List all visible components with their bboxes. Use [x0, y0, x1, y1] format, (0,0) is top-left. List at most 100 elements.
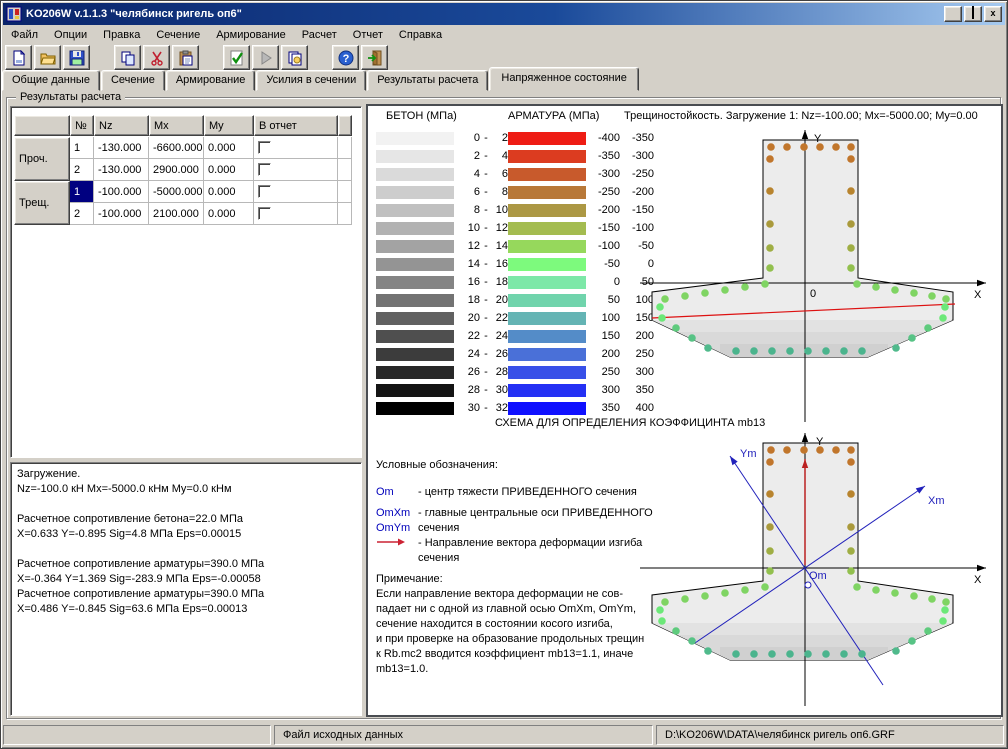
- row-group-header[interactable]: Проч.: [14, 137, 70, 181]
- cell-filler: [338, 159, 352, 181]
- close-button[interactable]: x: [984, 6, 1002, 22]
- copy-button[interactable]: [114, 45, 141, 70]
- rebar-dot: [840, 347, 848, 355]
- column-header[interactable]: My: [204, 115, 254, 136]
- cell-num[interactable]: 1: [70, 181, 94, 203]
- new-file-icon: [11, 50, 27, 66]
- minimize-button[interactable]: [944, 6, 962, 22]
- exit-door-icon: [367, 50, 383, 66]
- cell-my[interactable]: 0.000: [204, 203, 254, 225]
- menu-item-Армирование[interactable]: Армирование: [208, 26, 294, 44]
- results-text-panel[interactable]: Загружение.Nz=-100.0 кН Mx=-5000.0 кНм M…: [10, 462, 362, 716]
- column-header[interactable]: Nz: [94, 115, 149, 136]
- paste-clipboard-icon: [178, 50, 194, 66]
- results-text-line: X=-0.364 Y=1.369 Sig=-283.9 МПа Eps=-0.0…: [17, 572, 355, 587]
- tab-Общие данные[interactable]: Общие данные: [2, 70, 100, 91]
- column-header[interactable]: №: [70, 115, 94, 136]
- results-text-line: X=0.633 Y=-0.895 Sig=4.8 МПа Eps=0.00015: [17, 527, 355, 542]
- row-group-header[interactable]: Трещ.: [14, 181, 70, 225]
- menu-item-Расчет[interactable]: Расчет: [294, 26, 345, 44]
- menu-item-Правка[interactable]: Правка: [95, 26, 148, 44]
- menu-item-Файл[interactable]: Файл: [3, 26, 46, 44]
- axis-arrowhead: [916, 483, 927, 493]
- menu-item-Опции[interactable]: Опции: [46, 26, 95, 44]
- maximize-button[interactable]: [964, 6, 982, 22]
- cell-num[interactable]: 1: [70, 137, 94, 159]
- menu-item-Отчет[interactable]: Отчет: [345, 26, 391, 44]
- om-marker: [805, 582, 811, 588]
- column-header[interactable]: Mx: [149, 115, 204, 136]
- cell-mx[interactable]: 2900.000: [149, 159, 204, 181]
- rebar-dot: [853, 280, 861, 288]
- axis-arrowhead: [802, 130, 808, 139]
- cell-nz[interactable]: -130.000: [94, 159, 149, 181]
- report-checkbox[interactable]: [258, 207, 271, 220]
- rebar-dot: [872, 586, 880, 594]
- rebar-dot: [908, 334, 916, 342]
- run-play-icon: [258, 50, 274, 66]
- rebar-dot: [928, 595, 936, 603]
- report-checkbox[interactable]: [258, 185, 271, 198]
- cell-my[interactable]: 0.000: [204, 137, 254, 159]
- new-file-button[interactable]: [5, 45, 32, 70]
- rebar-dot: [872, 283, 880, 291]
- rebar-dot: [822, 347, 830, 355]
- rebar-dot: [761, 583, 769, 591]
- cell-num[interactable]: 2: [70, 159, 94, 181]
- save-icon: [69, 50, 85, 66]
- rebar-dot: [768, 347, 776, 355]
- cell-mx[interactable]: 2100.000: [149, 203, 204, 225]
- exit-button[interactable]: [361, 45, 388, 70]
- ym-axis-label: Ym: [740, 448, 757, 460]
- help-button[interactable]: ?: [332, 45, 359, 70]
- menu-item-Справка[interactable]: Справка: [391, 26, 450, 44]
- rebar-dot: [847, 264, 855, 272]
- tab-Сечение[interactable]: Сечение: [101, 70, 165, 91]
- rebar-dot: [732, 347, 740, 355]
- cell-report: [254, 203, 338, 225]
- report-checkbox[interactable]: [258, 163, 271, 176]
- calculate-button[interactable]: [223, 45, 250, 70]
- rebar-dot: [847, 244, 855, 252]
- cell-my[interactable]: 0.000: [204, 181, 254, 203]
- cell-report: [254, 137, 338, 159]
- rebar-dot: [853, 583, 861, 591]
- run-button[interactable]: [252, 45, 279, 70]
- cell-nz[interactable]: -100.000: [94, 203, 149, 225]
- rebar-dot: [750, 650, 758, 658]
- rebar-dot: [910, 592, 918, 600]
- status-label: Файл исходных данных: [283, 729, 403, 741]
- cell-filler: [338, 181, 352, 203]
- tab-Армирование[interactable]: Армирование: [166, 70, 256, 91]
- origin-label: 0: [810, 288, 816, 300]
- column-header[interactable]: [14, 115, 70, 136]
- cut-button[interactable]: [143, 45, 170, 70]
- rebar-dot: [766, 547, 774, 555]
- rebar-dot: [891, 286, 899, 294]
- report-checkbox[interactable]: [258, 141, 271, 154]
- rebar-dot: [768, 650, 776, 658]
- rebar-dot: [701, 289, 709, 297]
- rebar-dot: [832, 143, 840, 151]
- tab-Усилия в сечении[interactable]: Усилия в сечении: [256, 70, 366, 91]
- menu-item-Сечение[interactable]: Сечение: [148, 26, 208, 44]
- open-file-button[interactable]: [34, 45, 61, 70]
- cell-nz[interactable]: -130.000: [94, 137, 149, 159]
- rebar-dot: [804, 347, 812, 355]
- results-text-line: Расчетное сопротивление арматуры=390.0 М…: [17, 587, 355, 602]
- rebar-dot: [847, 458, 855, 466]
- cell-mx[interactable]: -5000.000: [149, 181, 204, 203]
- save-button[interactable]: [63, 45, 90, 70]
- tab-Результаты расчета[interactable]: Результаты расчета: [367, 70, 488, 91]
- rebar-dot: [741, 586, 749, 594]
- column-header[interactable]: В отчет: [254, 115, 338, 136]
- cell-my[interactable]: 0.000: [204, 159, 254, 181]
- rebar-dot: [766, 155, 774, 163]
- report-button[interactable]: [281, 45, 308, 70]
- cell-nz[interactable]: -100.000: [94, 181, 149, 203]
- tab-Напряженное состояние[interactable]: Напряженное состояние: [489, 67, 638, 91]
- cell-mx[interactable]: -6600.000: [149, 137, 204, 159]
- cell-num[interactable]: 2: [70, 203, 94, 225]
- paste-button[interactable]: [172, 45, 199, 70]
- column-header[interactable]: [338, 115, 352, 136]
